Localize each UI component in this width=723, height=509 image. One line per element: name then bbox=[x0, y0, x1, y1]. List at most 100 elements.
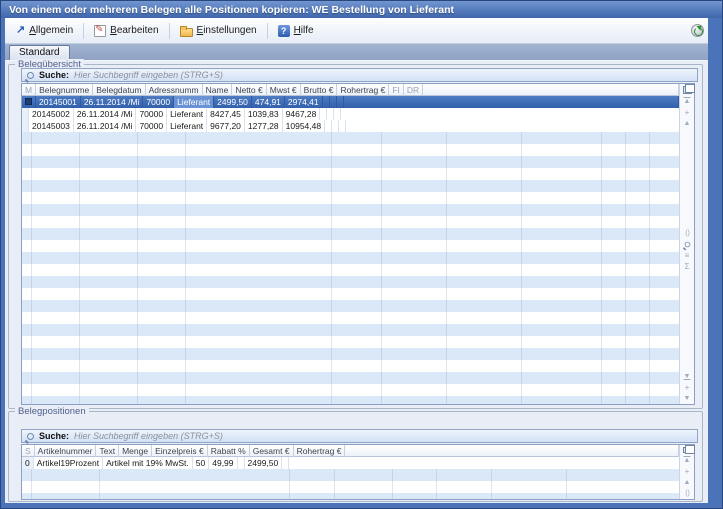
cell-adressnummer: 70000 bbox=[136, 120, 167, 132]
column-chooser-icon[interactable] bbox=[683, 86, 692, 94]
menu-einstellungen[interactable]: Einstellungen bbox=[173, 22, 264, 40]
sum-icon[interactable]: Σ bbox=[681, 261, 694, 272]
cell-mwst: 1277,28 bbox=[245, 120, 283, 132]
menu-bearbeiten[interactable]: Bearbeiten bbox=[87, 22, 165, 40]
cell-fi bbox=[327, 108, 334, 120]
cell-fi bbox=[330, 96, 337, 108]
scroll-to-top-icon[interactable]: ▲ bbox=[681, 96, 694, 107]
col-m: M bbox=[22, 84, 36, 96]
tab-strip: Standard bbox=[5, 44, 708, 60]
cell-fi bbox=[332, 120, 339, 132]
cell-name: Lieferant bbox=[167, 120, 207, 132]
cell-filler bbox=[346, 120, 679, 132]
col-belegnummer: Belegnumme bbox=[36, 84, 93, 96]
belege-grid-header[interactable]: M Belegnumme Belegdatum Adressnumm Name … bbox=[22, 84, 679, 96]
belege-row-2[interactable]: 20145002 26.11.2014 /Mi 70000 Lieferant … bbox=[22, 108, 679, 120]
positionen-empty-rows bbox=[22, 469, 679, 499]
col-adressnummer: Adressnumm bbox=[146, 84, 203, 96]
group-belegpositionen-label: Belegpositionen bbox=[15, 406, 89, 417]
positionen-search-bar[interactable]: Suche: Hier Suchbegriff eingeben (STRG+S… bbox=[21, 429, 698, 443]
menu-hilfe[interactable]: ? Hilfe bbox=[271, 22, 321, 40]
scroll-up-icon[interactable]: ▲ bbox=[681, 118, 694, 129]
col-rohertrag: Rohertrag € bbox=[294, 445, 346, 457]
search-icon bbox=[27, 433, 34, 440]
column-divider bbox=[31, 132, 32, 404]
list-icon[interactable]: ≡ bbox=[681, 250, 694, 261]
edit-note-icon bbox=[94, 25, 106, 37]
parentheses-icon[interactable]: ( ) bbox=[681, 228, 694, 239]
cell-belegnummer: 20145001 bbox=[36, 96, 81, 108]
cell-netto: 8427,45 bbox=[207, 108, 245, 120]
cell-row-marker bbox=[22, 96, 36, 108]
column-divider bbox=[601, 132, 602, 404]
cell-menge: 50 bbox=[193, 457, 209, 469]
column-divider bbox=[137, 132, 138, 404]
scroll-down-icon[interactable]: ▼ bbox=[681, 393, 694, 404]
plus-icon[interactable]: + bbox=[681, 466, 694, 477]
column-divider bbox=[436, 469, 437, 499]
menu-allgemein[interactable]: ↗ Allgemein bbox=[9, 22, 80, 39]
magnifier-icon[interactable] bbox=[681, 239, 694, 250]
col-mwst: Mwst € bbox=[267, 84, 301, 96]
cell-adressnummer: 70000 bbox=[136, 108, 167, 120]
cell-dr bbox=[337, 96, 344, 108]
plus-icon[interactable]: + bbox=[681, 382, 694, 393]
menu-einstellungen-label: Einstellungen bbox=[197, 25, 257, 36]
search-icon bbox=[27, 72, 34, 79]
menu-allgemein-label: Allgemein bbox=[29, 25, 73, 36]
col-s: S bbox=[22, 445, 35, 457]
position-row-1[interactable]: 0 Artikel19Prozent Artikel mit 19% MwSt.… bbox=[22, 457, 679, 469]
menubar: ↗ Allgemein Bearbeiten Einstellungen ? H… bbox=[5, 18, 708, 44]
tab-standard[interactable]: Standard bbox=[9, 45, 70, 60]
belege-search-placeholder: Hier Suchbegriff eingeben (STRG+S) bbox=[74, 70, 223, 80]
col-name: Name bbox=[203, 84, 233, 96]
column-divider bbox=[289, 469, 290, 499]
column-chooser-icon[interactable] bbox=[683, 447, 692, 453]
titlebar[interactable]: Von einem oder mehreren Belegen alle Pos… bbox=[1, 1, 722, 18]
scroll-up-icon[interactable]: ▲ bbox=[681, 477, 694, 488]
column-divider bbox=[625, 132, 626, 404]
cell-name: Lieferant bbox=[174, 96, 214, 108]
positionen-grid-header[interactable]: S Artikelnummer Text Menge Einzelpreis €… bbox=[22, 445, 679, 457]
cell-dr bbox=[339, 120, 346, 132]
col-gesamt: Gesamt € bbox=[250, 445, 294, 457]
plus-icon[interactable]: + bbox=[681, 107, 694, 118]
col-belegdatum: Belegdatum bbox=[93, 84, 145, 96]
col-rabatt: Rabatt % bbox=[208, 445, 250, 457]
cell-rabatt bbox=[238, 457, 245, 469]
belege-empty-rows bbox=[22, 132, 679, 404]
col-text: Text bbox=[96, 445, 119, 457]
column-divider bbox=[185, 132, 186, 404]
col-menge: Menge bbox=[119, 445, 152, 457]
column-divider bbox=[331, 132, 332, 404]
cell-adressnummer: 70000 bbox=[143, 96, 174, 108]
col-fi: FI bbox=[389, 84, 404, 96]
positionen-grid-side-toolbar: ▲ + ▲ ( ) bbox=[679, 445, 694, 499]
column-divider bbox=[566, 469, 567, 499]
cell-mwst: 474,91 bbox=[252, 96, 285, 108]
belege-row-1[interactable]: 20145001 26.11.2014 /Mi 70000 Lieferant … bbox=[22, 96, 679, 108]
cell-artikelnummer: Artikel19Prozent bbox=[34, 457, 103, 469]
positionen-search-placeholder: Hier Suchbegriff eingeben (STRG+S) bbox=[74, 431, 223, 441]
scroll-to-top-icon[interactable]: ▲ bbox=[681, 455, 694, 466]
col-artikelnummer: Artikelnummer bbox=[35, 445, 97, 457]
cell-gesamt: 2499,50 bbox=[245, 457, 283, 469]
col-dr: DR bbox=[404, 84, 423, 96]
cell-netto: 2499,50 bbox=[214, 96, 252, 108]
belege-search-bar[interactable]: Suche: Hier Suchbegriff eingeben (STRG+S… bbox=[21, 68, 698, 82]
parentheses-icon[interactable]: ( ) bbox=[681, 488, 694, 499]
column-divider bbox=[381, 132, 382, 404]
cell-filler bbox=[289, 457, 679, 469]
positionen-search-label: Suche: bbox=[39, 431, 69, 441]
column-divider bbox=[491, 469, 492, 499]
cell-belegdatum: 26.11.2014 /Mi bbox=[74, 108, 137, 120]
belege-row-3[interactable]: 20145003 26.11.2014 /Mi 70000 Lieferant … bbox=[22, 120, 679, 132]
cell-rohertrag bbox=[320, 108, 327, 120]
refresh-icon[interactable] bbox=[691, 24, 704, 37]
cell-belegdatum: 26.11.2014 /Mi bbox=[81, 96, 144, 108]
selected-row-marker bbox=[25, 98, 32, 105]
col-filler bbox=[345, 445, 679, 457]
column-divider bbox=[31, 469, 32, 499]
scroll-to-bottom-icon[interactable]: ▼ bbox=[681, 371, 694, 382]
column-divider bbox=[649, 132, 650, 404]
